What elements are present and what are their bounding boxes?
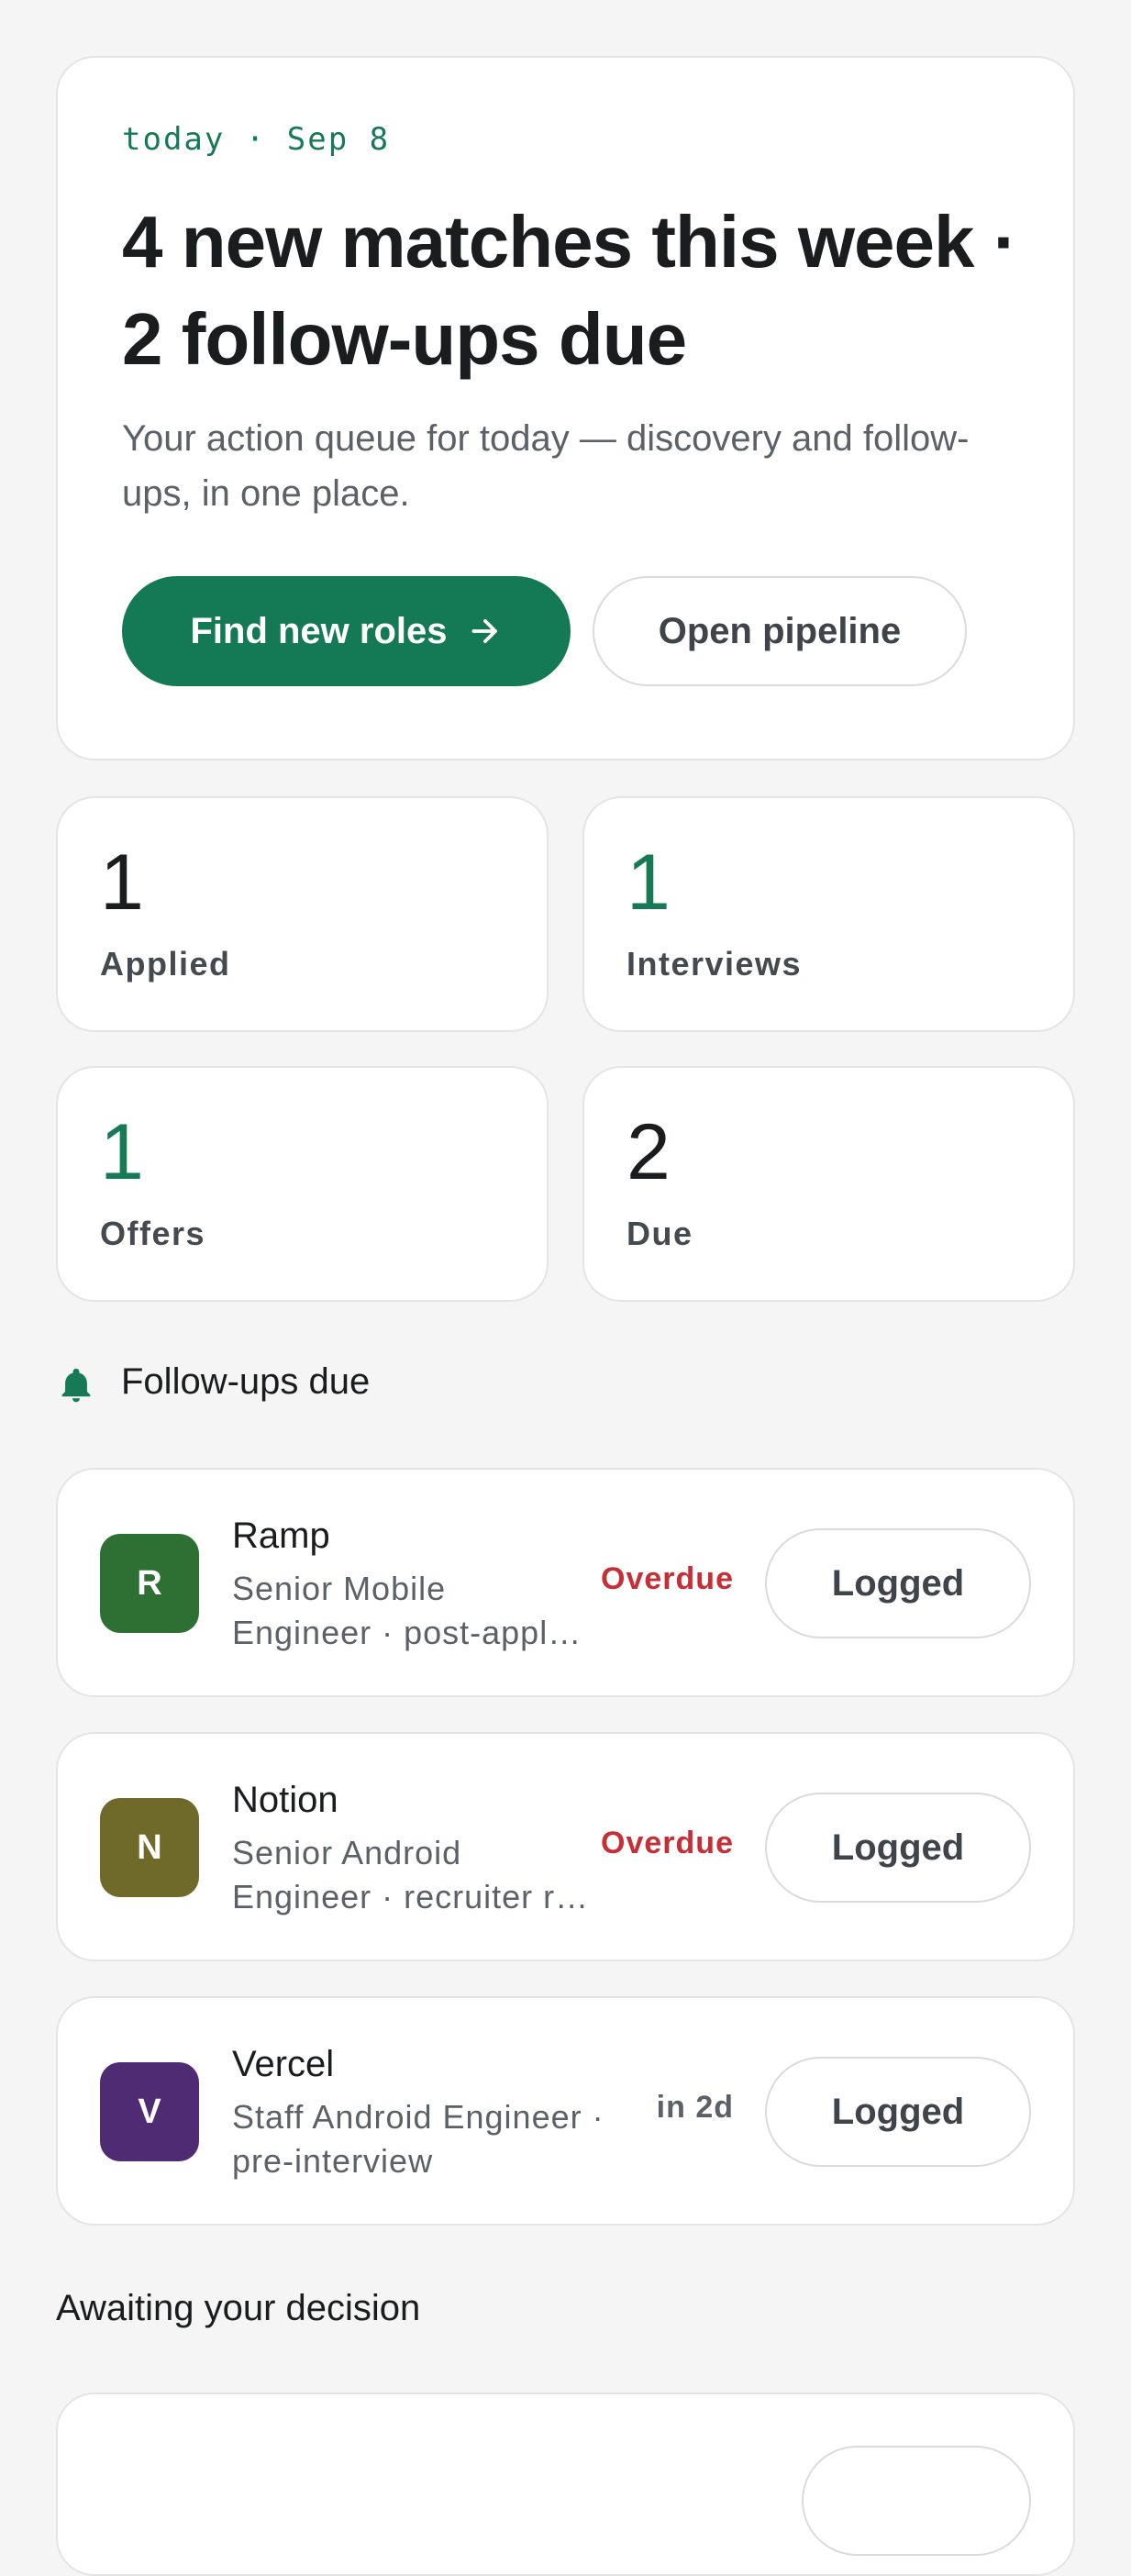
role-detail: Staff Android Engineer · pre-interview bbox=[232, 2095, 617, 2183]
role-detail: Senior Android Engineer · recruiter r… bbox=[232, 1831, 590, 1919]
decision-card[interactable] bbox=[56, 2393, 1075, 2576]
stat-card-due[interactable]: 2 Due bbox=[582, 1066, 1075, 1302]
followup-row-vercel[interactable]: V Vercel Staff Android Engineer · pre-in… bbox=[56, 1996, 1075, 2226]
stat-value: 1 bbox=[626, 838, 671, 927]
stat-card-interviews[interactable]: 1 Interviews bbox=[582, 796, 1075, 1032]
stat-value: 1 bbox=[100, 1108, 144, 1196]
company-name: Ramp bbox=[232, 1516, 330, 1556]
stat-card-offers[interactable]: 1 Offers bbox=[56, 1066, 549, 1302]
find-new-roles-button[interactable]: Find new roles bbox=[122, 576, 571, 686]
status-badge: Overdue bbox=[601, 1561, 734, 1596]
bell-icon bbox=[61, 1368, 91, 1403]
logged-button[interactable]: Logged bbox=[765, 1793, 1031, 1903]
avatar: V bbox=[100, 2062, 199, 2161]
stat-value: 1 bbox=[100, 838, 144, 927]
role-detail: Senior Mobile Engineer · post-appl… bbox=[232, 1567, 590, 1655]
stat-label: Applied bbox=[100, 945, 231, 983]
role-detail-line: pre-interview bbox=[232, 2142, 434, 2180]
logged-button[interactable]: Logged bbox=[765, 2057, 1031, 2167]
followup-row-notion[interactable]: N Notion Senior Android Engineer · recru… bbox=[56, 1732, 1075, 1961]
stat-label: Offers bbox=[100, 1215, 206, 1252]
page-subtitle: Your action queue for today — discovery … bbox=[122, 418, 970, 514]
avatar: R bbox=[100, 1534, 199, 1633]
awaiting-section-title: Awaiting your decision bbox=[56, 2288, 421, 2328]
role-detail-line: Senior Mobile bbox=[232, 1570, 447, 1607]
hero-card: today · Sep 8 4 new matches this week · … bbox=[56, 56, 1075, 761]
status-badge: Overdue bbox=[601, 1826, 734, 1860]
stat-label: Due bbox=[626, 1215, 693, 1252]
company-name: Vercel bbox=[232, 2044, 335, 2084]
followups-section-title: Follow-ups due bbox=[121, 1361, 371, 1402]
page-title: 4 new matches this week · 2 follow-ups d… bbox=[122, 201, 1017, 380]
stat-value: 2 bbox=[626, 1108, 671, 1196]
decision-action-button[interactable] bbox=[802, 2446, 1031, 2556]
open-pipeline-button[interactable]: Open pipeline bbox=[593, 576, 967, 686]
stat-card-applied[interactable]: 1 Applied bbox=[56, 796, 549, 1032]
followup-row-ramp[interactable]: R Ramp Senior Mobile Engineer · post-app… bbox=[56, 1468, 1075, 1697]
logged-button[interactable]: Logged bbox=[765, 1528, 1031, 1638]
role-detail-line: Senior Android bbox=[232, 1834, 462, 1871]
stat-label: Interviews bbox=[626, 945, 803, 983]
company-name: Notion bbox=[232, 1780, 338, 1820]
date-label: today · Sep 8 bbox=[122, 121, 391, 158]
role-detail-line: Engineer · recruiter r… bbox=[232, 1878, 590, 1915]
role-detail-line: Staff Android Engineer · bbox=[232, 2098, 604, 2136]
find-new-roles-label: Find new roles bbox=[190, 610, 448, 651]
arrow-right-icon bbox=[471, 619, 497, 643]
status-badge: in 2d bbox=[656, 2090, 734, 2125]
role-detail-line: Engineer · post-appl… bbox=[232, 1614, 582, 1651]
avatar: N bbox=[100, 1798, 199, 1897]
